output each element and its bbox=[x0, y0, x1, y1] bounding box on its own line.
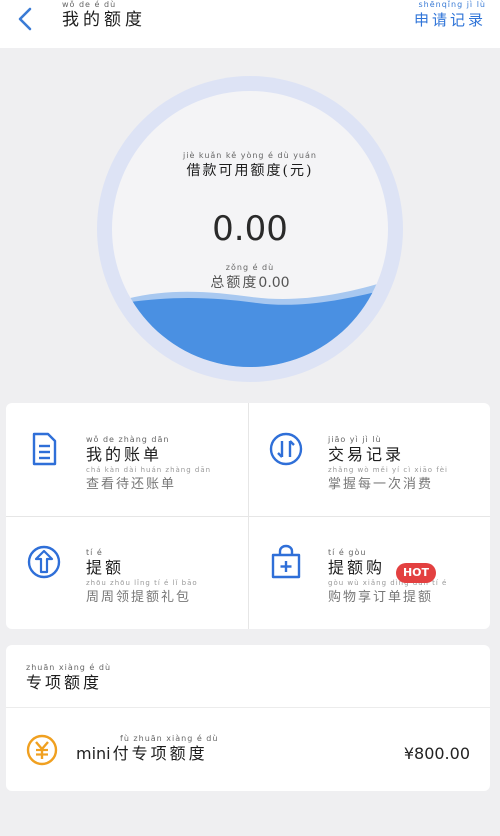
available-quota-text: 借款可用额度(元) bbox=[186, 163, 314, 179]
bill-document-icon bbox=[32, 432, 57, 466]
service-grid: wǒ de zhàng dān 我的账单 chá kàn dài huán zh… bbox=[6, 403, 490, 629]
grid-item-subtitle-pinyin: zhōu zhōu lǐng tí é lǐ bāo bbox=[86, 579, 198, 587]
grid-item-title-pinyin: wǒ de zhàng dān bbox=[86, 435, 170, 444]
available-quota-label: jiè kuǎn kě yòng é dù yuán 借款可用额度(元) bbox=[112, 151, 388, 181]
grid-item-subtitle: zhōu zhōu lǐng tí é lǐ bāo 周周领提额礼包 bbox=[86, 578, 198, 608]
grid-item-text: tí é 提额 zhōu zhōu lǐng tí é lǐ bāo 周周领提额… bbox=[86, 548, 198, 608]
grid-item-transactions[interactable]: jiāo yì jì lù 交易记录 zhǎng wò měi yí cì xi… bbox=[248, 403, 490, 516]
grid-item-subtitle: gòu wù xiǎng dìng dān tí é 购物享订单提额 bbox=[328, 578, 447, 608]
available-quota-pinyin: jiè kuǎn kě yòng é dù yuán bbox=[183, 151, 317, 160]
yuan-coin-icon bbox=[26, 734, 58, 766]
total-quota-value: 0.00 bbox=[258, 275, 290, 291]
total-quota-pinyin: zǒng é dù bbox=[225, 263, 275, 272]
special-quota-amount: ¥800.00 bbox=[403, 744, 470, 763]
grid-item-text: wǒ de zhàng dān 我的账单 chá kàn dài huán zh… bbox=[86, 435, 211, 495]
hot-badge: HOT bbox=[396, 563, 436, 583]
grid-item-title: 提额 bbox=[86, 558, 125, 577]
special-quota-row[interactable]: fù zhuān xiàng é dù mini 付专项额度 ¥800.00 bbox=[6, 708, 490, 791]
grid-item-subtitle: zhǎng wò měi yí cì xiāo fèi 掌握每一次消费 bbox=[328, 465, 448, 495]
total-quota-label: 总额度 bbox=[210, 275, 259, 291]
grid-item-title: 我的账单 bbox=[86, 445, 163, 464]
header-bar: wǒ de é dù 我的额度 shēnqǐng jì lù 申请记录 bbox=[0, 0, 500, 48]
grid-item-subtitle-text: 周周领提额礼包 bbox=[86, 590, 192, 605]
grid-item-subtitle-pinyin: chá kàn dài huán zhàng dān bbox=[86, 466, 212, 474]
quota-circle: jiè kuǎn kě yòng é dù yuán 借款可用额度(元) 0.0… bbox=[112, 91, 388, 367]
special-quota-title: zhuān xiàng é dù 专项额度 bbox=[26, 663, 111, 693]
available-quota-value: 0.00 bbox=[212, 209, 288, 249]
grid-item-raise-quota-shopping[interactable]: tí é gòu 提额购 gòu wù xiǎng dìng dān tí é … bbox=[248, 516, 490, 629]
quota-ring: jiè kuǎn kě yòng é dù yuán 借款可用额度(元) 0.0… bbox=[97, 76, 403, 382]
special-quota-title-text: 专项额度 bbox=[26, 673, 103, 692]
grid-item-subtitle: chá kàn dài huán zhàng dān 查看待还账单 bbox=[86, 465, 211, 495]
page-title-text: 我的额度 bbox=[62, 10, 146, 30]
special-quota-item: fù zhuān xiàng é dù mini 付专项额度 bbox=[76, 734, 218, 764]
quota-section: jiè kuǎn kě yòng é dù yuán 借款可用额度(元) 0.0… bbox=[0, 48, 500, 398]
special-quota-title-pinyin: zhuān xiàng é dù bbox=[26, 663, 112, 672]
total-quota-line: 总额度0.00 bbox=[112, 273, 388, 293]
grid-item-title-pinyin: tí é gòu bbox=[328, 548, 367, 557]
grid-item-my-bill[interactable]: wǒ de zhàng dān 我的账单 chá kàn dài huán zh… bbox=[6, 403, 248, 516]
grid-item-subtitle-text: 购物享订单提额 bbox=[328, 590, 434, 605]
page-title-pinyin: wǒ de é dù bbox=[62, 0, 117, 9]
application-records-link[interactable]: shēnqǐng jì lù 申请记录 bbox=[414, 0, 486, 30]
back-chevron-icon[interactable] bbox=[14, 6, 36, 32]
special-quota-item-label: 付专项额度 bbox=[112, 744, 208, 763]
special-quota-item-prefix: mini bbox=[76, 744, 111, 763]
application-records-label: 申请记录 bbox=[413, 11, 486, 29]
special-quota-item-name: mini 付专项额度 bbox=[76, 744, 218, 764]
grid-item-title-pinyin: jiāo yì jì lù bbox=[328, 435, 382, 444]
location-pin-icon bbox=[27, 545, 61, 579]
grid-item-subtitle-text: 查看待还账单 bbox=[86, 477, 177, 492]
total-quota: zǒng é dù 总额度0.00 bbox=[112, 263, 388, 293]
grid-item-subtitle-pinyin: zhǎng wò měi yí cì xiāo fèi bbox=[328, 466, 448, 474]
special-quota-item-pinyin: fù zhuān xiàng é dù bbox=[120, 734, 219, 743]
grid-item-title-pinyin: tí é bbox=[86, 548, 103, 557]
grid-item-subtitle-text: 掌握每一次消费 bbox=[328, 477, 434, 492]
grid-item-raise-quota[interactable]: tí é 提额 zhōu zhōu lǐng tí é lǐ bāo 周周领提额… bbox=[6, 516, 248, 629]
application-records-pinyin: shēnqǐng jì lù bbox=[418, 0, 486, 9]
shopping-bag-plus-icon bbox=[271, 544, 301, 579]
transaction-arrows-icon bbox=[269, 432, 303, 466]
grid-item-text: jiāo yì jì lù 交易记录 zhǎng wò měi yí cì xi… bbox=[328, 435, 448, 495]
page-title: wǒ de é dù 我的额度 bbox=[62, 0, 146, 30]
special-quota-card: zhuān xiàng é dù 专项额度 fù zhuān xiàng é d… bbox=[6, 645, 490, 791]
grid-item-title: 交易记录 bbox=[328, 445, 405, 464]
